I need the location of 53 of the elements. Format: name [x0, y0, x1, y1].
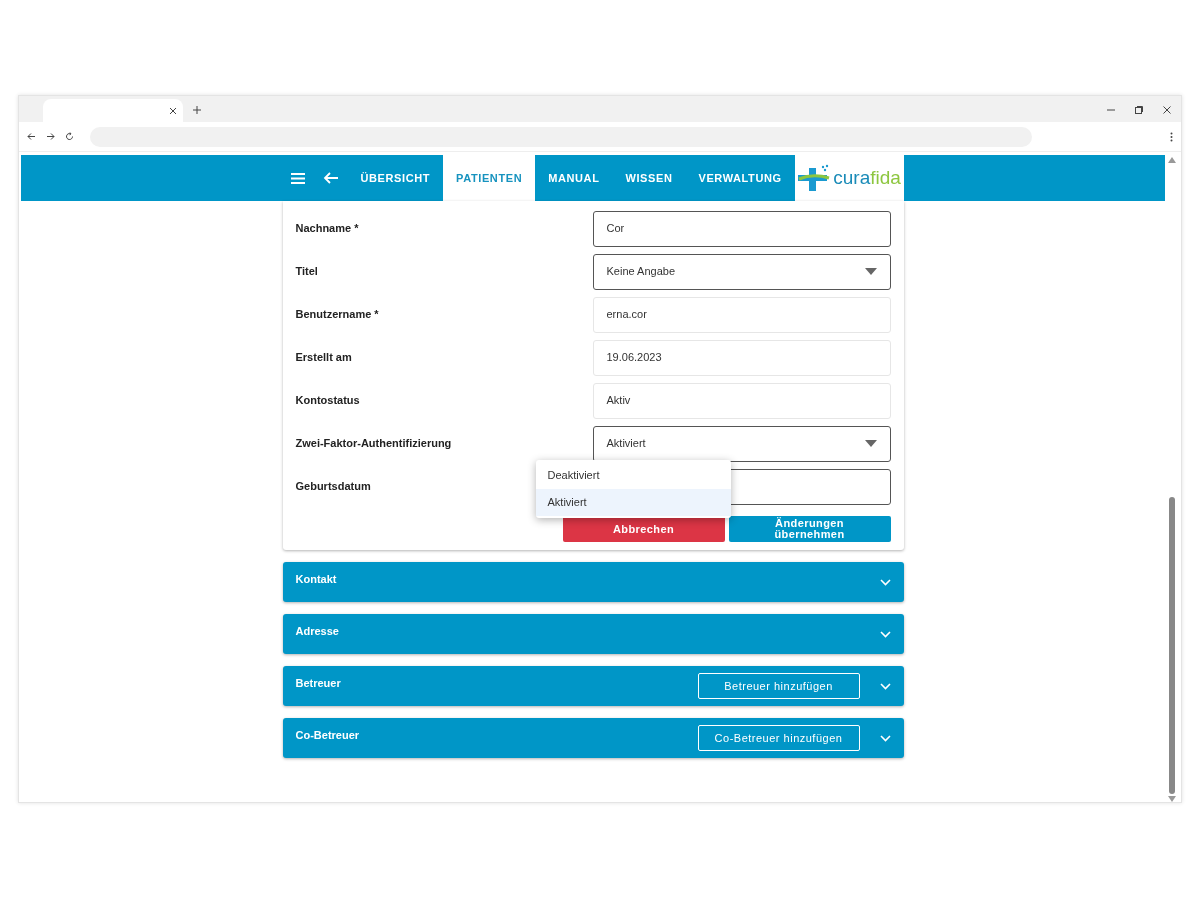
scroll-up-icon[interactable] — [1168, 157, 1176, 163]
submit-button[interactable]: Änderungen übernehmen — [728, 516, 891, 542]
section-header[interactable]: Adresse — [282, 614, 904, 654]
field-label: Kontostatus — [295, 393, 360, 409]
chevron-down-icon[interactable] — [879, 734, 891, 742]
dropdown-caret-icon — [864, 268, 877, 275]
plus-icon[interactable] — [193, 106, 201, 114]
readonly-field: erna.cor — [592, 296, 891, 333]
chevron-down-icon[interactable] — [879, 630, 891, 638]
field-label: Geburtsdatum — [295, 479, 371, 495]
chevron-down-icon[interactable] — [879, 578, 891, 586]
section-title: Betreuer — [295, 675, 341, 691]
restore-icon[interactable] — [1135, 106, 1143, 114]
readonly-field: 19.06.2023 — [592, 339, 891, 376]
forward-icon[interactable] — [46, 132, 55, 141]
add-button[interactable]: Co-Betreuer hinzufügen — [697, 725, 860, 751]
section-title: Kontakt — [295, 571, 337, 587]
reload-icon[interactable] — [65, 132, 74, 141]
scrollbar-thumb[interactable] — [1169, 497, 1175, 794]
select-field[interactable]: Keine Angabe — [592, 253, 891, 290]
cancel-button[interactable]: Abbrechen — [562, 516, 725, 542]
section-header[interactable]: Betreuer Betreuer hinzufügen — [282, 666, 904, 706]
section-title: Adresse — [295, 623, 339, 639]
field-label: Zwei-Faktor-Authentifizierung — [295, 436, 452, 452]
scroll-down-icon[interactable] — [1168, 796, 1176, 802]
menu-icon[interactable] — [1170, 131, 1173, 142]
field-label: Titel — [295, 264, 318, 280]
dropdown-option[interactable]: Deaktiviert — [535, 462, 731, 489]
dropdown-option[interactable]: Aktiviert — [535, 489, 731, 516]
back-arrow-icon[interactable] — [322, 172, 338, 184]
chevron-down-icon[interactable] — [879, 682, 891, 690]
field-label: Benutzername * — [295, 307, 379, 323]
field-label: Nachname * — [295, 221, 359, 237]
section-title: Co-Betreuer — [295, 727, 360, 743]
logo-text: curafida — [833, 165, 901, 190]
section-header[interactable]: Kontakt — [282, 562, 904, 602]
close-icon[interactable] — [169, 106, 177, 115]
nav-tab[interactable]: MANUAL — [535, 155, 613, 201]
text-field[interactable]: Cor — [592, 210, 891, 247]
cross-icon — [797, 164, 832, 192]
minimize-icon[interactable] — [1107, 106, 1115, 114]
close-icon[interactable] — [1163, 106, 1171, 114]
section-header[interactable]: Co-Betreuer Co-Betreuer hinzufügen — [282, 718, 904, 758]
nav-tab[interactable]: ÜBERSICHT — [347, 155, 444, 201]
nav-tab[interactable]: VERWALTUNG — [685, 155, 795, 201]
nav-tab[interactable]: PATIENTEN — [443, 155, 536, 201]
dropdown-caret-icon — [864, 440, 877, 447]
nav-tab[interactable]: WISSEN — [612, 155, 686, 201]
back-icon[interactable] — [27, 132, 36, 141]
readonly-field: Aktiv — [592, 382, 891, 419]
field-label: Erstellt am — [295, 350, 352, 366]
select-field[interactable]: Aktiviert — [592, 425, 891, 462]
add-button[interactable]: Betreuer hinzufügen — [697, 673, 860, 699]
